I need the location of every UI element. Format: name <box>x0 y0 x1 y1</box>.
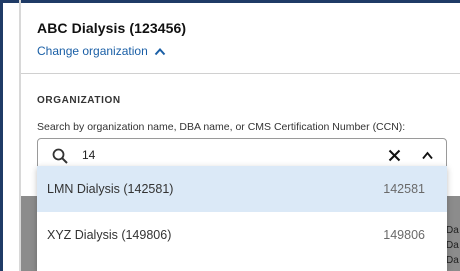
change-organization-link[interactable]: Change organization <box>37 44 186 58</box>
search-helper-text: Search by organization name, DBA name, o… <box>37 121 406 133</box>
option-name: LMN Dialysis (142581) <box>47 182 174 196</box>
search-input-value: 14 <box>82 148 96 162</box>
section-divider <box>21 73 460 74</box>
change-organization-label: Change organization <box>37 44 148 58</box>
chevron-up-icon[interactable] <box>422 151 433 160</box>
background-text-fragment: Da <box>446 240 459 251</box>
option-ccn: 149806 <box>383 228 425 242</box>
window-frame-top <box>0 0 460 3</box>
search-icon <box>52 148 68 164</box>
current-organization-name: ABC Dialysis (123456) <box>37 20 187 36</box>
chevron-up-icon <box>154 47 165 55</box>
organization-results-dropdown: LMN Dialysis (142581) 142581 XYZ Dialysi… <box>37 166 447 271</box>
window-frame-left <box>0 0 3 271</box>
dropdown-option[interactable]: LMN Dialysis (142581) 142581 <box>37 166 447 212</box>
background-text-fragment: Da <box>446 225 459 236</box>
organization-section-label: ORGANIZATION <box>37 95 121 106</box>
background-text-fragment: Da <box>446 255 459 266</box>
clear-icon[interactable] <box>388 149 401 162</box>
org-header: ABC Dialysis (123456) Change organizatio… <box>37 20 186 58</box>
option-ccn: 142581 <box>383 182 425 196</box>
option-name: XYZ Dialysis (149806) <box>47 228 172 242</box>
dropdown-option[interactable]: XYZ Dialysis (149806) 149806 <box>37 212 447 258</box>
